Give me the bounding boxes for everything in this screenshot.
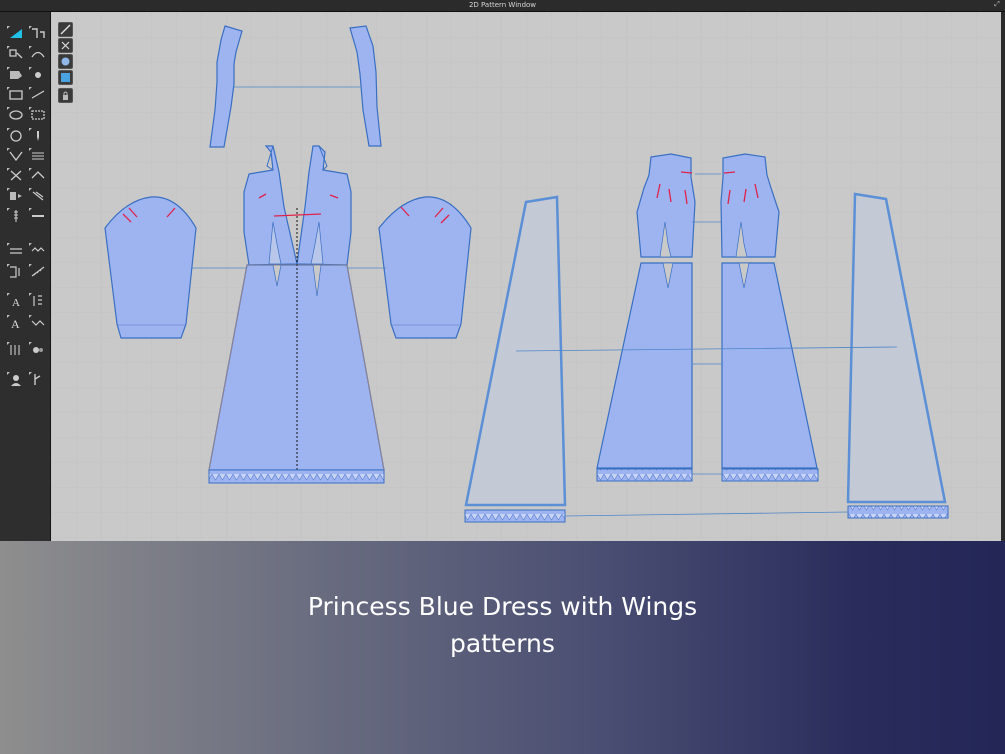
select-mesh-icon[interactable] <box>58 22 73 37</box>
lock-icon[interactable] <box>58 88 73 103</box>
texture-icon[interactable] <box>58 70 73 85</box>
lock-icon[interactable] <box>29 372 47 387</box>
pin-icon[interactable] <box>29 128 47 143</box>
internal-line-icon[interactable] <box>29 87 47 102</box>
pattern-canvas[interactable] <box>51 12 1001 541</box>
window-right-edge <box>1001 12 1005 541</box>
fold-arrangement-icon[interactable] <box>29 168 47 183</box>
avatar-icon[interactable] <box>7 372 25 387</box>
polygon-icon[interactable] <box>7 67 25 82</box>
grid-icon[interactable] <box>7 342 25 357</box>
transform-icon[interactable] <box>7 46 25 61</box>
fold-icon[interactable] <box>7 168 25 183</box>
zipper-icon[interactable] <box>7 208 25 223</box>
annotation-icon[interactable] <box>29 293 47 308</box>
caption-line-1: Princess Blue Dress with Wings <box>307 592 698 621</box>
circle-icon[interactable] <box>7 128 25 143</box>
pleat-icon[interactable] <box>29 148 47 163</box>
arrange-icon[interactable] <box>58 38 73 53</box>
point-icon[interactable] <box>29 67 47 82</box>
expand-window-icon[interactable]: ⤢ <box>993 1 1001 9</box>
dart-icon[interactable] <box>7 148 25 163</box>
trim-icon[interactable] <box>29 208 47 223</box>
fabric-icon[interactable] <box>58 54 73 69</box>
caption-text: Princess Blue Dress with Wings patterns <box>0 588 1005 662</box>
text-style-icon[interactable]: A <box>7 315 25 330</box>
ruler-icon[interactable] <box>29 264 47 279</box>
elastic-icon[interactable] <box>29 243 47 258</box>
edit-sewing-icon[interactable] <box>29 26 47 41</box>
edit-curve-icon[interactable] <box>29 46 47 61</box>
seam-allowance-icon[interactable] <box>29 107 47 122</box>
svg-text:A: A <box>12 297 20 308</box>
sewing-icon[interactable] <box>7 188 25 203</box>
rectangle-icon[interactable] <box>7 87 25 102</box>
segment-sewing-icon[interactable] <box>29 188 47 203</box>
caption-banner: Princess Blue Dress with Wings patterns <box>0 541 1005 754</box>
left-toolbar: AA <box>0 12 51 541</box>
text-icon[interactable]: A <box>7 293 25 308</box>
graphic-icon[interactable] <box>29 315 47 330</box>
tack-icon[interactable] <box>7 243 25 258</box>
pattern-drawing <box>51 12 1001 541</box>
sleeve-left[interactable] <box>104 196 197 339</box>
ellipse-icon[interactable] <box>7 107 25 122</box>
sleeve-right[interactable] <box>378 196 472 339</box>
window-titlebar: 2D Pattern Window ⤢ <box>0 0 1005 12</box>
svg-text:A: A <box>11 317 20 330</box>
window-title: 2D Pattern Window <box>468 1 537 9</box>
button-icon[interactable] <box>29 342 47 357</box>
edit-pattern-icon[interactable] <box>7 26 25 41</box>
measure-icon[interactable] <box>7 264 25 279</box>
caption-line-2: patterns <box>450 629 555 658</box>
